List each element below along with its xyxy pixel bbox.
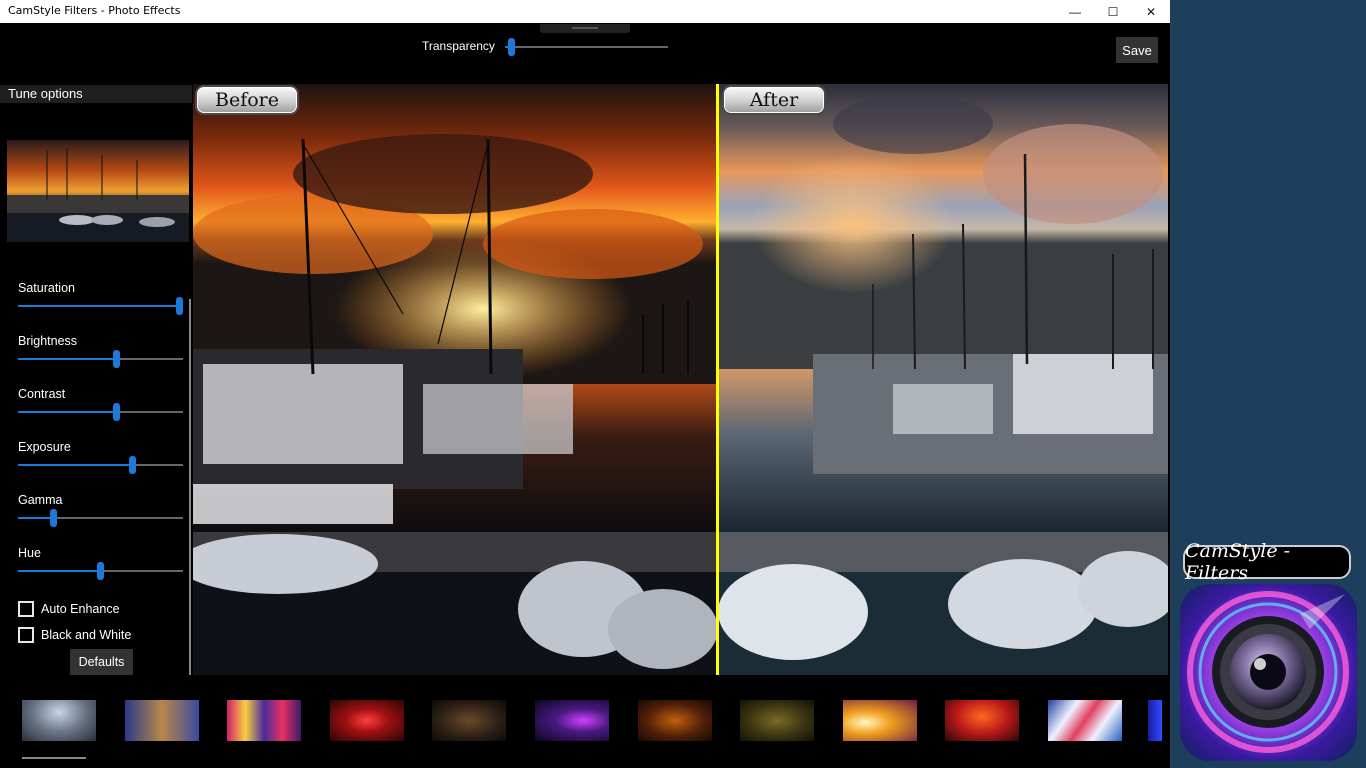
- gamma-slider[interactable]: [18, 509, 183, 527]
- contrast-slider[interactable]: [18, 403, 183, 421]
- filter-thumbnail[interactable]: [945, 700, 1019, 741]
- hue-label: Hue: [18, 546, 41, 560]
- saturation-slider-fill: [18, 305, 180, 307]
- filter-strip: [0, 675, 1170, 768]
- filter-thumbnail[interactable]: [330, 700, 404, 741]
- hue-slider[interactable]: [18, 562, 183, 580]
- black-and-white-checkbox[interactable]: [18, 627, 34, 643]
- exposure-slider-thumb[interactable]: [129, 456, 136, 474]
- panel-scrollbar[interactable]: [189, 299, 191, 677]
- exposure-slider-fill: [18, 464, 133, 466]
- filter-thumbnail[interactable]: [740, 700, 814, 741]
- transparency-slider-thumb[interactable]: [508, 38, 515, 56]
- auto-enhance-checkbox[interactable]: [18, 601, 34, 617]
- filter-thumbnail[interactable]: [1048, 700, 1122, 741]
- after-label: After: [722, 85, 826, 115]
- brightness-label: Brightness: [18, 334, 78, 348]
- brightness-slider-thumb[interactable]: [113, 350, 120, 368]
- camera-lens-icon: [1180, 584, 1357, 761]
- brightness-slider[interactable]: [18, 350, 183, 368]
- saturation-label: Saturation: [18, 281, 75, 295]
- top-toolbar: Transparency Save: [0, 23, 1170, 83]
- save-button[interactable]: Save: [1116, 37, 1158, 63]
- defaults-button[interactable]: Defaults: [70, 649, 133, 675]
- before-after-view[interactable]: Before After: [193, 84, 1168, 675]
- hue-slider-fill: [18, 570, 101, 572]
- black-and-white-label: Black and White: [41, 628, 132, 642]
- hue-slider-thumb[interactable]: [97, 562, 104, 580]
- transparency-slider[interactable]: [505, 38, 668, 56]
- before-label: Before: [195, 85, 299, 115]
- filter-thumbnail[interactable]: [1148, 700, 1162, 741]
- drag-handle[interactable]: [540, 24, 630, 33]
- close-button[interactable]: ✕: [1132, 0, 1170, 23]
- comparison-photo: [193, 84, 1168, 675]
- contrast-label: Contrast: [18, 387, 66, 401]
- filter-thumbnail[interactable]: [843, 700, 917, 741]
- filter-thumbnail[interactable]: [125, 700, 199, 741]
- transparency-label: Transparency: [422, 39, 495, 53]
- filter-thumbnail[interactable]: [432, 700, 506, 741]
- filter-thumbnail[interactable]: [638, 700, 712, 741]
- gamma-slider-fill: [18, 517, 54, 519]
- minimize-button[interactable]: —: [1056, 0, 1094, 23]
- contrast-slider-thumb[interactable]: [113, 403, 120, 421]
- title-bar: CamStyle Filters - Photo Effects — ☐ ✕: [0, 0, 1170, 23]
- selected-filter-indicator: [22, 757, 86, 759]
- tune-panel: Tune options Saturation Brightness Contr…: [0, 83, 192, 677]
- app-window: CamStyle Filters - Photo Effects — ☐ ✕ T…: [0, 0, 1170, 768]
- filter-thumbnail[interactable]: [535, 700, 609, 741]
- desktop-background: { "window": { "title": "CamStyle Filters…: [0, 0, 1366, 768]
- filter-thumbnail[interactable]: [22, 700, 96, 741]
- compare-divider[interactable]: [716, 84, 719, 675]
- gamma-label: Gamma: [18, 493, 63, 507]
- saturation-slider-thumb[interactable]: [176, 297, 183, 315]
- app-logo: [1180, 584, 1357, 761]
- exposure-label: Exposure: [18, 440, 71, 454]
- promo-title: CamStyle - Filters: [1183, 540, 1351, 584]
- filter-thumbnail[interactable]: [227, 700, 301, 741]
- auto-enhance-label: Auto Enhance: [41, 602, 120, 616]
- exposure-slider[interactable]: [18, 456, 183, 474]
- auto-enhance-checkbox-row[interactable]: Auto Enhance: [18, 600, 120, 618]
- maximize-button[interactable]: ☐: [1094, 0, 1132, 23]
- black-and-white-checkbox-row[interactable]: Black and White: [18, 626, 131, 644]
- tune-options-header: Tune options: [0, 85, 192, 103]
- photo-thumbnail: [7, 140, 189, 242]
- gamma-slider-thumb[interactable]: [50, 509, 57, 527]
- saturation-slider[interactable]: [18, 297, 183, 315]
- contrast-slider-fill: [18, 411, 117, 413]
- brightness-slider-fill: [18, 358, 117, 360]
- window-title: CamStyle Filters - Photo Effects: [8, 4, 181, 17]
